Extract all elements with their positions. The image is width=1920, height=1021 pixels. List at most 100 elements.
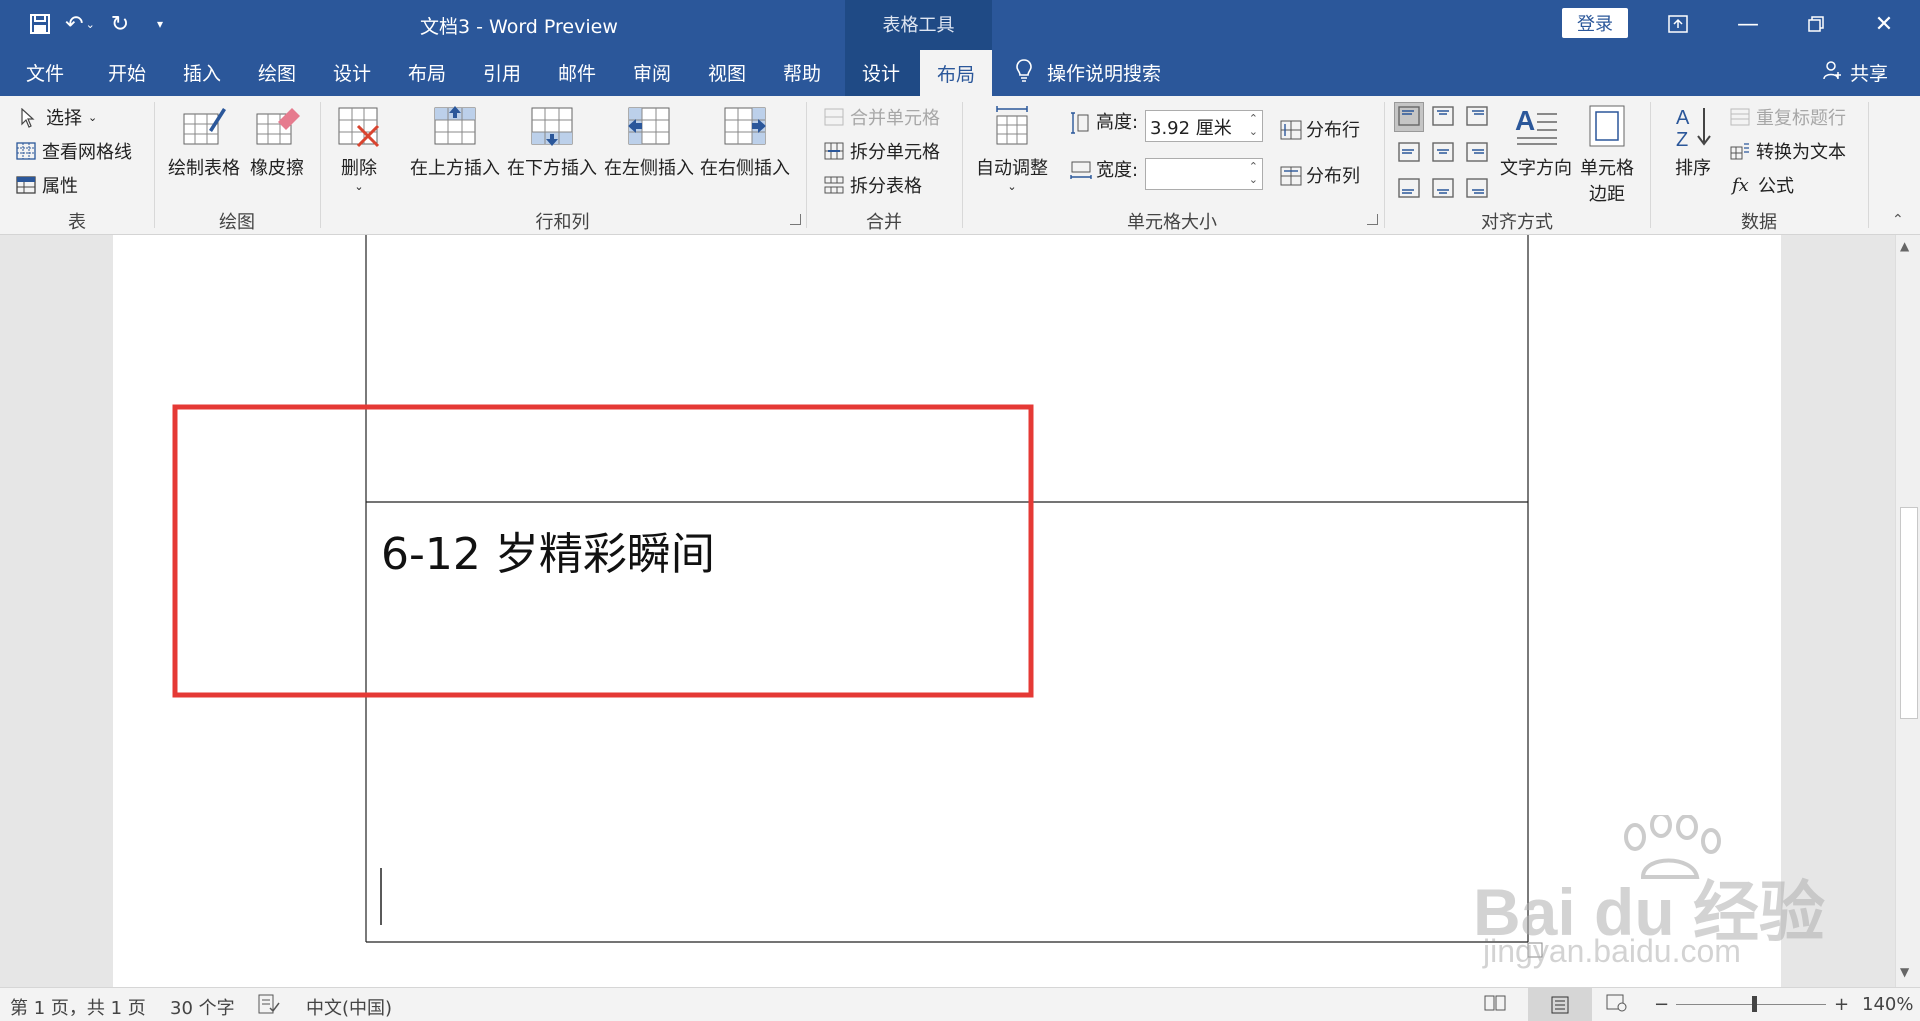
restore-icon[interactable] — [1788, 0, 1844, 48]
read-mode-icon[interactable] — [1484, 994, 1506, 1017]
collapse-ribbon-icon[interactable]: ⌃ — [1892, 212, 1904, 228]
tell-me-search[interactable]: 操作说明搜索 — [1015, 48, 1161, 96]
minimize-icon[interactable]: — — [1720, 0, 1776, 48]
split-table-icon — [824, 176, 844, 194]
cell-margins-label-2: 边距 — [1589, 184, 1625, 205]
insert-above-label: 在上方插入 — [410, 158, 500, 179]
distribute-cols-button[interactable]: 分布列 — [1280, 162, 1360, 188]
properties-button[interactable]: 属性 — [16, 172, 78, 198]
insert-above-icon — [432, 104, 478, 148]
text-direction-button[interactable]: A 文字方向 — [1500, 104, 1572, 180]
view-gridlines-button[interactable]: 查看网格线 — [16, 138, 132, 164]
dialog-launcher-icon[interactable] — [1367, 214, 1378, 225]
tab-draw[interactable]: 绘图 — [258, 48, 296, 96]
scroll-up-icon[interactable]: ▲ — [1900, 239, 1909, 253]
status-bar: 第 1 页，共 1 页 30 个字 中文(中国) − + 140% — [0, 987, 1920, 1021]
formula-button[interactable]: fx 公式 — [1732, 172, 1794, 198]
table-cell-text[interactable]: 6-12 岁精彩瞬间 — [381, 518, 715, 582]
split-table-label: 拆分表格 — [850, 176, 922, 197]
vertical-scrollbar[interactable]: ▲ ▼ — [1895, 235, 1920, 987]
spinner-arrows-icon[interactable]: ⌃ ⌄ — [1249, 160, 1258, 186]
width-label-group: 宽度: — [1070, 156, 1138, 182]
convert-to-text-button[interactable]: 转换为文本 — [1730, 138, 1846, 164]
distribute-rows-button[interactable]: 分布行 — [1280, 116, 1360, 142]
proofing-icon[interactable] — [258, 994, 280, 1019]
eraser-label: 橡皮擦 — [250, 158, 304, 179]
convert-to-text-label: 转换为文本 — [1756, 142, 1846, 163]
zoom-slider-thumb[interactable] — [1752, 996, 1757, 1012]
formula-label: 公式 — [1758, 176, 1794, 197]
close-icon[interactable]: ✕ — [1856, 0, 1912, 48]
tab-references[interactable]: 引用 — [483, 48, 521, 96]
draw-table-label: 绘制表格 — [168, 158, 240, 179]
tab-review[interactable]: 审阅 — [633, 48, 671, 96]
zoom-out-icon[interactable]: − — [1654, 994, 1669, 1015]
share-button[interactable]: 共享 — [1822, 48, 1888, 96]
width-label: 宽度: — [1096, 160, 1139, 181]
distribute-rows-icon — [1280, 120, 1302, 140]
split-table-button[interactable]: 拆分表格 — [824, 172, 922, 198]
tab-insert[interactable]: 插入 — [183, 48, 221, 96]
repeat-header-rows-button[interactable]: 重复标题行 — [1730, 104, 1846, 130]
tab-help[interactable]: 帮助 — [783, 48, 821, 96]
draw-table-button[interactable]: 绘制表格 — [168, 104, 240, 180]
tab-file[interactable]: 文件 — [26, 48, 64, 96]
formula-icon: fx — [1732, 174, 1749, 196]
tab-design[interactable]: 设计 — [333, 48, 371, 96]
zoom-level[interactable]: 140% — [1862, 994, 1913, 1015]
svg-text:A: A — [1515, 105, 1535, 136]
insert-right-button[interactable]: 在右侧插入 — [700, 104, 790, 180]
web-layout-icon[interactable] — [1606, 994, 1628, 1017]
insert-below-icon — [529, 104, 575, 148]
page-count[interactable]: 第 1 页，共 1 页 — [10, 994, 146, 1020]
svg-text:Z: Z — [1676, 129, 1688, 148]
tab-mailings[interactable]: 邮件 — [558, 48, 596, 96]
login-button[interactable]: 登录 — [1562, 8, 1628, 38]
autofit-button[interactable]: 自动调整 ⌄ — [976, 104, 1048, 193]
repeat-header-label: 重复标题行 — [1756, 108, 1846, 129]
autofit-icon — [989, 104, 1035, 148]
delete-button[interactable]: 删除 ⌄ — [336, 104, 382, 193]
save-icon[interactable] — [20, 0, 60, 48]
repeat-header-icon — [1730, 108, 1750, 126]
zoom-in-icon[interactable]: + — [1834, 994, 1849, 1015]
tab-table-layout[interactable]: 布局 — [920, 50, 992, 96]
dialog-launcher-icon[interactable] — [790, 214, 801, 225]
lightbulb-icon — [1015, 58, 1033, 87]
eraser-button[interactable]: 橡皮擦 — [250, 104, 304, 180]
split-cells-button[interactable]: 拆分单元格 — [824, 138, 940, 164]
watermark-url: jingyan.baidu.com — [1483, 933, 1741, 969]
scrollbar-thumb[interactable] — [1900, 507, 1918, 719]
undo-icon[interactable]: ↶ ⌄ — [60, 0, 100, 48]
print-layout-icon[interactable] — [1528, 988, 1592, 1021]
height-spinner[interactable]: 3.92 厘米 ⌃ ⌄ — [1145, 110, 1263, 142]
scroll-down-icon[interactable]: ▼ — [1900, 965, 1909, 979]
width-spinner[interactable]: ⌃ ⌄ — [1145, 158, 1263, 190]
alignment-grid — [1394, 102, 1494, 206]
sort-button[interactable]: AZ 排序 — [1670, 104, 1716, 180]
tab-table-design[interactable]: 设计 — [862, 48, 900, 96]
tab-layout[interactable]: 布局 — [408, 48, 446, 96]
document-title: 文档3 - Word Preview — [420, 16, 618, 38]
ribbon-display-options-icon[interactable] — [1650, 0, 1706, 48]
tab-view[interactable]: 视图 — [708, 48, 746, 96]
column-width-icon — [1070, 160, 1092, 179]
distribute-cols-icon — [1280, 166, 1302, 186]
insert-above-button[interactable]: 在上方插入 — [410, 104, 500, 180]
select-button[interactable]: 选择 ⌄ — [20, 104, 97, 130]
group-label-table: 表 — [68, 212, 86, 233]
redo-icon[interactable]: ↻ — [100, 0, 140, 48]
tab-home[interactable]: 开始 — [108, 48, 146, 96]
zoom-slider[interactable] — [1676, 1004, 1826, 1005]
cell-margins-button[interactable]: 单元格 边距 — [1580, 104, 1634, 206]
word-count[interactable]: 30 个字 — [170, 994, 235, 1020]
group-label-alignment: 对齐方式 — [1481, 212, 1553, 233]
insert-below-button[interactable]: 在下方插入 — [507, 104, 597, 180]
merge-cells-button[interactable]: 合并单元格 — [824, 104, 940, 130]
language-indicator[interactable]: 中文(中国) — [306, 994, 392, 1020]
document-page[interactable]: 6-12 岁精彩瞬间 Bai du 经验 jingyan.baidu.com — [113, 235, 1825, 987]
row-height-icon — [1070, 112, 1090, 134]
spinner-arrows-icon[interactable]: ⌃ ⌄ — [1249, 112, 1258, 138]
insert-left-button[interactable]: 在左侧插入 — [604, 104, 694, 180]
customize-qat-icon[interactable]: ▾ — [140, 0, 180, 48]
